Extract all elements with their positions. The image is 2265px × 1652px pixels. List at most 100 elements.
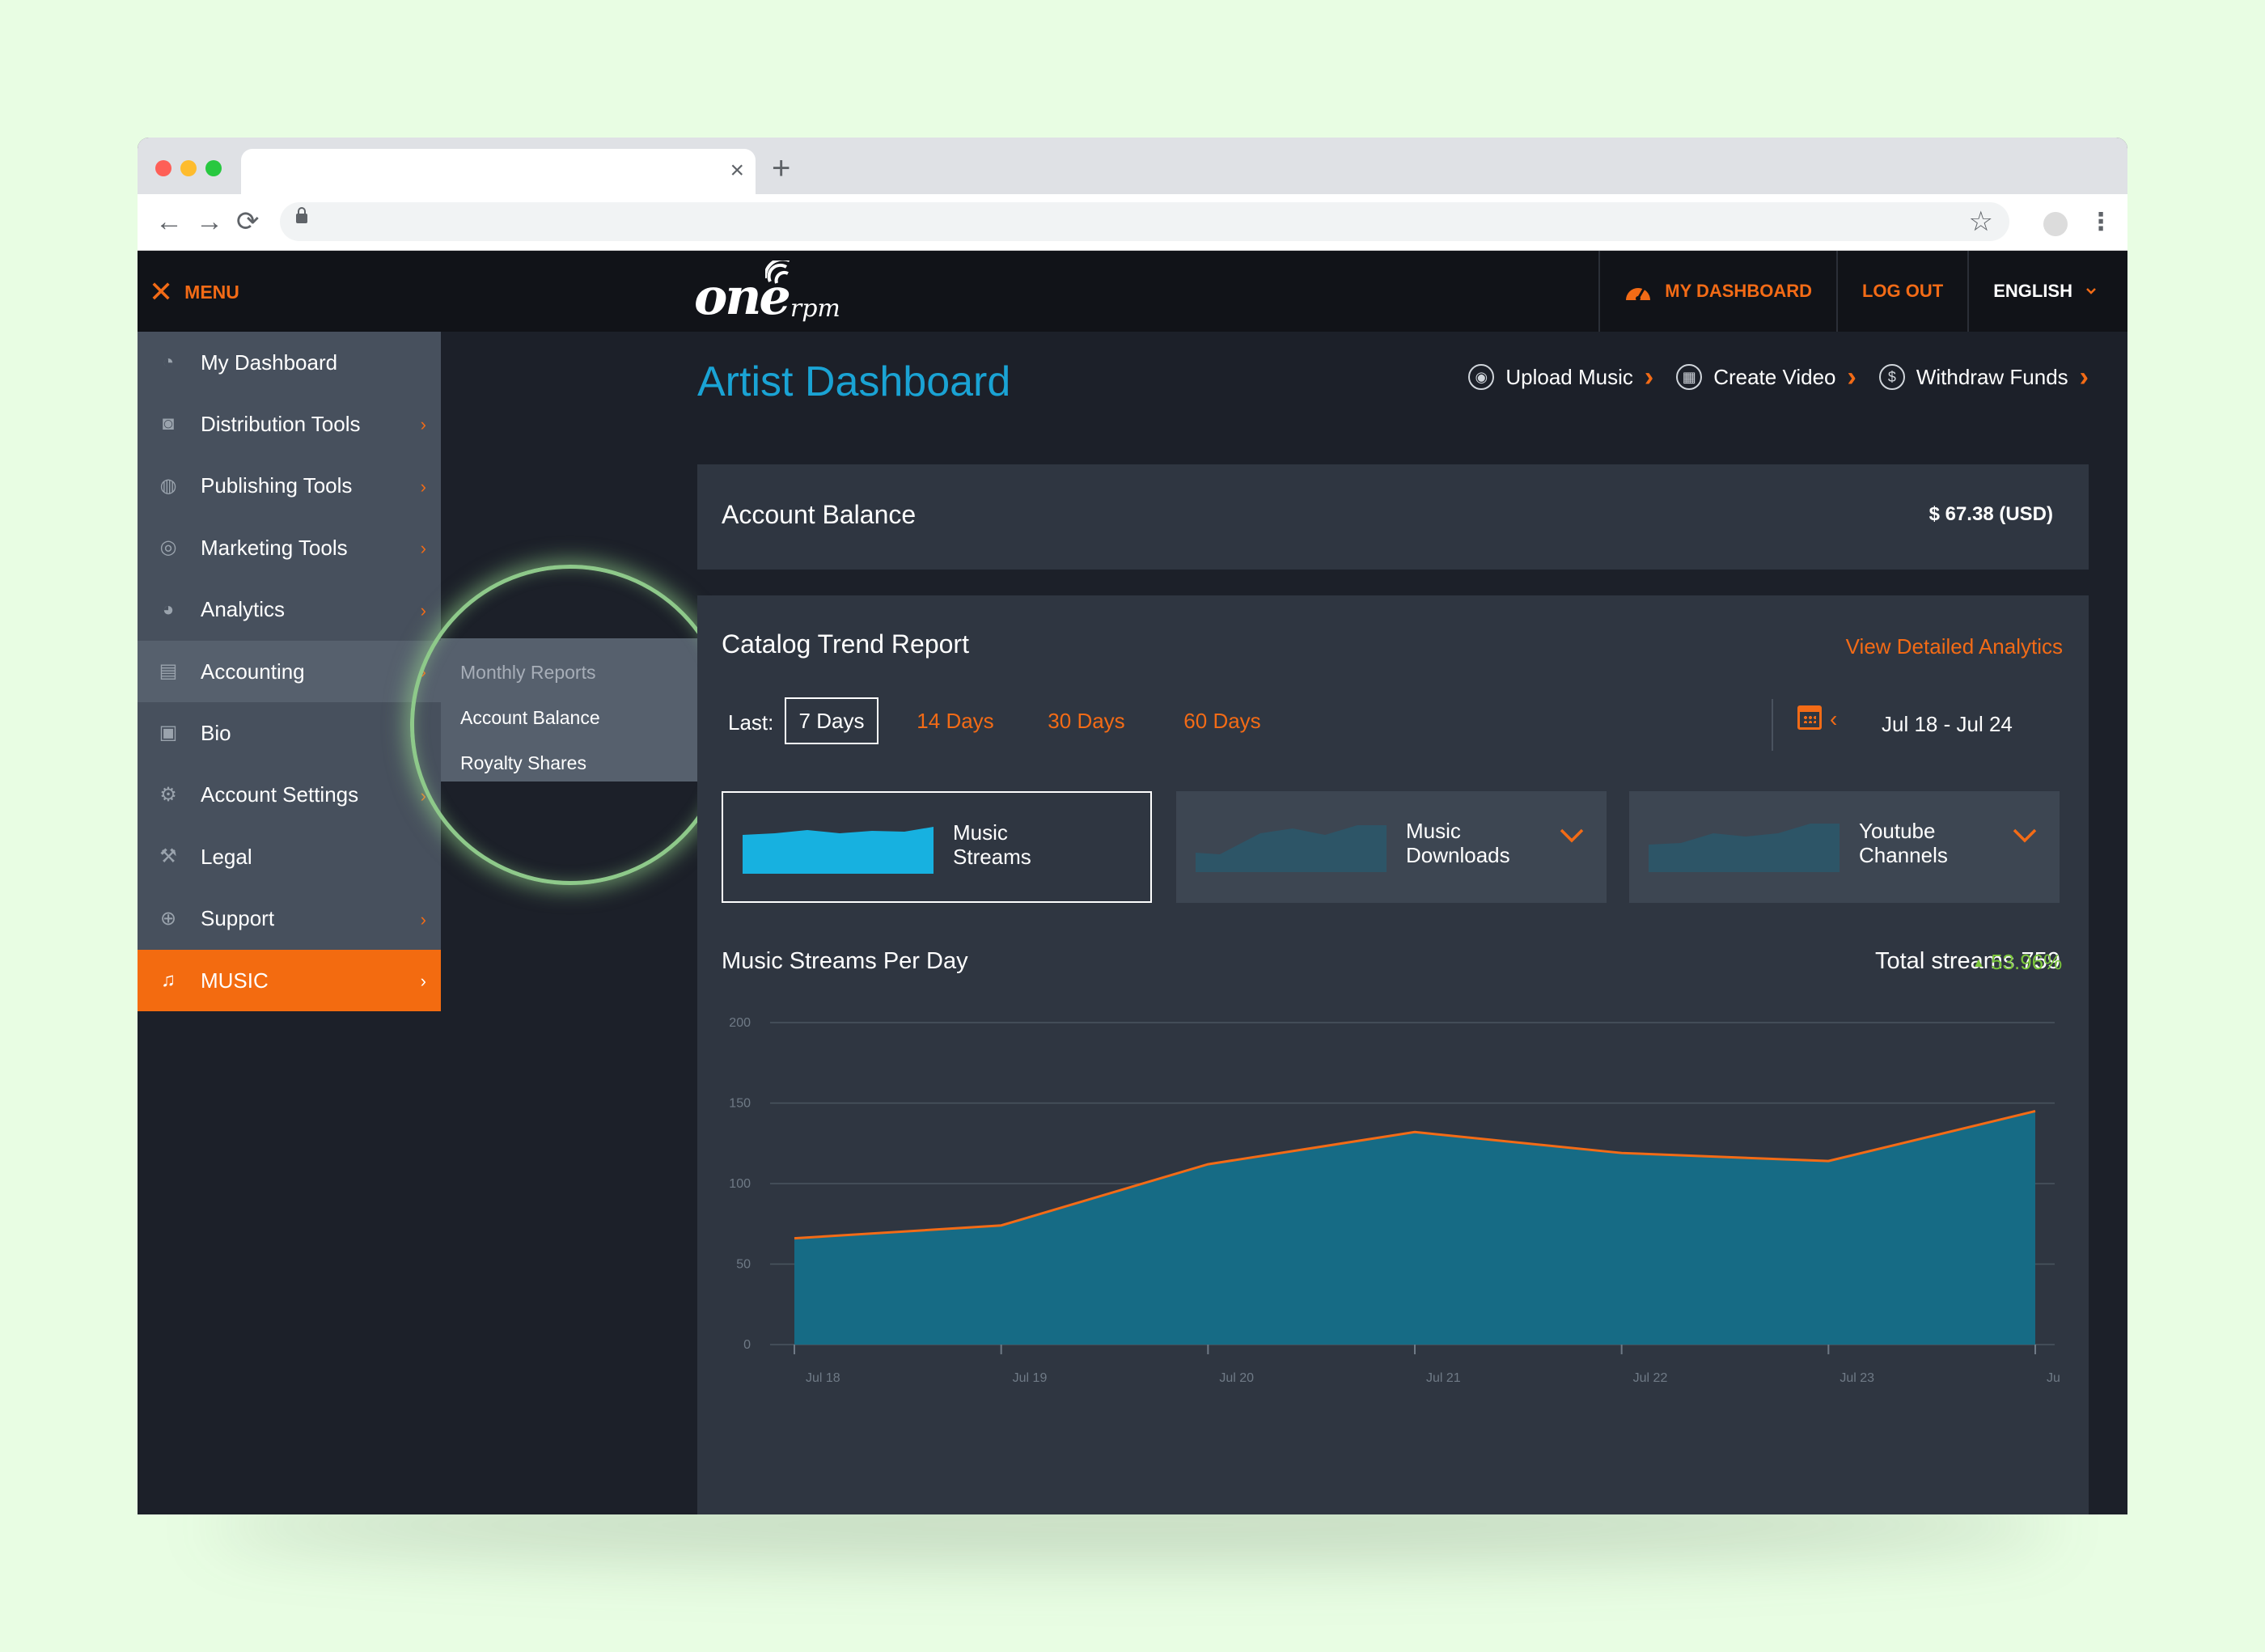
lifebuoy-icon: ⊕ bbox=[159, 907, 177, 930]
quick-actions: ◉ Upload Music › ▦ Create Video › $ With… bbox=[1468, 362, 2089, 392]
metric-card-youtube-channels[interactable]: Youtube Channels bbox=[1629, 791, 2060, 903]
upload-music-button[interactable]: ◉ Upload Music › bbox=[1468, 363, 1653, 391]
range-30-days-button[interactable]: 30 Days bbox=[1042, 697, 1131, 744]
sparkline-youtube bbox=[1649, 824, 1840, 872]
maximize-window-button[interactable] bbox=[205, 160, 222, 176]
sidebar-item-support[interactable]: ⊕ Support › bbox=[138, 887, 441, 950]
my-dashboard-label: MY DASHBOARD bbox=[1665, 281, 1812, 301]
last-label: Last: bbox=[728, 710, 774, 735]
signal-waves-icon bbox=[765, 261, 790, 284]
sidebar-item-label: Marketing Tools bbox=[201, 535, 348, 560]
chevron-right-icon: › bbox=[1847, 362, 1856, 392]
menu-toggle-button[interactable]: ✕ MENU bbox=[149, 275, 239, 308]
logout-label: LOG OUT bbox=[1861, 281, 1944, 301]
account-balance-value: $ 67.38 (USD) bbox=[1928, 503, 2053, 525]
create-video-label: Create Video bbox=[1713, 364, 1836, 389]
metric-line2: Downloads bbox=[1406, 843, 1510, 867]
streams-change-value: 53.96% bbox=[1991, 950, 2063, 974]
minimize-window-button[interactable] bbox=[180, 160, 197, 176]
date-range-label: Jul 18 - Jul 24 bbox=[1882, 712, 2013, 736]
date-prev-icon[interactable]: ‹ bbox=[1830, 707, 1837, 731]
catalog-trend-card: Catalog Trend Report View Detailed Analy… bbox=[697, 595, 2089, 1514]
metric-card-music-downloads[interactable]: Music Downloads bbox=[1176, 791, 1607, 903]
account-balance-label: Account Balance bbox=[722, 500, 917, 529]
gavel-icon: ⚒ bbox=[159, 845, 177, 868]
new-tab-button[interactable]: + bbox=[772, 152, 790, 184]
browser-menu-icon[interactable]: ⋮ bbox=[2089, 207, 2113, 238]
metric-line1: Music bbox=[953, 820, 1008, 845]
my-dashboard-link[interactable]: MY DASHBOARD bbox=[1598, 251, 1836, 332]
sidebar-item-label: MUSIC bbox=[201, 968, 269, 993]
onerpm-logo[interactable]: one rpm bbox=[694, 257, 840, 325]
browser-tab[interactable]: × bbox=[241, 149, 756, 194]
sidebar-item-legal[interactable]: ⚒ Legal bbox=[138, 826, 441, 888]
chevron-right-icon: › bbox=[420, 970, 426, 991]
create-video-button[interactable]: ▦ Create Video › bbox=[1676, 362, 1856, 392]
y-tick-label: 100 bbox=[729, 1177, 751, 1191]
streams-change: ▲ 53.96% bbox=[1972, 950, 2062, 975]
catalog-trend-title: Catalog Trend Report bbox=[722, 629, 969, 659]
chevron-down-icon bbox=[2086, 288, 2096, 294]
date-divider bbox=[1772, 699, 1773, 751]
logout-link[interactable]: LOG OUT bbox=[1835, 251, 1967, 332]
highlight-circle bbox=[410, 565, 730, 885]
close-icon: ✕ bbox=[149, 275, 174, 308]
sidebar-item-publishing-tools[interactable]: ◍ Publishing Tools › bbox=[138, 455, 441, 518]
chevron-right-icon: › bbox=[420, 476, 426, 497]
back-icon[interactable]: ← bbox=[155, 204, 183, 239]
metric-label: Music Downloads bbox=[1406, 819, 1552, 867]
browser-toolbar: ← → ⟳ ☆ ⋮ bbox=[138, 194, 2127, 251]
profile-avatar[interactable] bbox=[2043, 212, 2068, 236]
upload-music-label: Upload Music bbox=[1505, 364, 1633, 389]
sidebar-item-analytics[interactable]: ◕ Analytics › bbox=[138, 578, 441, 641]
language-selector[interactable]: ENGLISH bbox=[1967, 251, 2121, 332]
disc-icon: ◉ bbox=[1468, 364, 1495, 390]
x-tick-label: Jul 21 bbox=[1426, 1371, 1461, 1385]
coins-icon: ▤ bbox=[159, 659, 178, 682]
sidebar-item-account-settings[interactable]: ⚙ Account Settings › bbox=[138, 764, 441, 827]
forward-icon[interactable]: → bbox=[196, 204, 223, 239]
film-icon: ▦ bbox=[1676, 364, 1703, 390]
chevron-down-icon[interactable] bbox=[2013, 828, 2037, 843]
x-tick-label: Jul 20 bbox=[1219, 1371, 1254, 1385]
account-balance-card: Account Balance $ 67.38 (USD) bbox=[697, 464, 2089, 570]
sidebar-item-marketing-tools[interactable]: ◎ Marketing Tools › bbox=[138, 517, 441, 579]
chevron-down-icon[interactable] bbox=[1560, 828, 1584, 843]
view-detailed-analytics-link[interactable]: View Detailed Analytics bbox=[1846, 634, 2063, 659]
metric-card-music-streams[interactable]: Music Streams bbox=[722, 791, 1152, 903]
calendar-icon[interactable] bbox=[1797, 705, 1822, 730]
sidebar-item-bio[interactable]: ▣ Bio bbox=[138, 702, 441, 765]
browser-tab-strip: × + bbox=[138, 138, 2127, 194]
withdraw-funds-button[interactable]: $ Withdraw Funds › bbox=[1878, 362, 2089, 392]
sidebar-item-distribution-tools[interactable]: ◙ Distribution Tools › bbox=[138, 393, 441, 455]
metric-line1: Youtube bbox=[1859, 819, 1936, 843]
bookmark-star-icon[interactable]: ☆ bbox=[1969, 204, 1993, 239]
sidebar-item-label: Analytics bbox=[201, 597, 286, 622]
sidebar-item-my-dashboard[interactable]: ◔ My Dashboard bbox=[138, 332, 441, 394]
range-7-days-button[interactable]: 7 Days bbox=[785, 697, 878, 744]
streams-area-chart: 0 50 100 150 200 Jul 18 Jul 19 Jul 20 Jul 21 Jul … bbox=[729, 1016, 2060, 1385]
sidebar-item-music[interactable]: ♫ MUSIC › bbox=[138, 949, 441, 1012]
chevron-right-icon: › bbox=[420, 414, 426, 435]
chevron-right-icon: › bbox=[420, 538, 426, 559]
range-14-days-button[interactable]: 14 Days bbox=[911, 697, 1000, 744]
chevron-right-icon: › bbox=[2079, 362, 2089, 392]
distribution-icon: ◙ bbox=[162, 413, 175, 435]
site-header: ✕ MENU one rpm MY DASHBOARD LOG OUT ENGL… bbox=[138, 251, 2127, 332]
reload-icon[interactable]: ⟳ bbox=[236, 204, 260, 239]
sidebar-item-label: Legal bbox=[201, 844, 252, 869]
sidebar-item-accounting[interactable]: ▤ Accounting › bbox=[138, 640, 441, 703]
up-arrow-icon: ▲ bbox=[1972, 956, 1985, 970]
close-window-button[interactable] bbox=[155, 160, 171, 176]
range-60-days-button[interactable]: 60 Days bbox=[1178, 697, 1267, 744]
sidebar-item-label: Accounting bbox=[201, 659, 305, 684]
address-bar[interactable]: ☆ bbox=[280, 202, 2009, 241]
close-tab-icon[interactable]: × bbox=[730, 157, 744, 184]
y-tick-label: 50 bbox=[736, 1258, 751, 1272]
chevron-right-icon: › bbox=[420, 599, 426, 621]
top-navigation: MY DASHBOARD LOG OUT ENGLISH bbox=[1598, 251, 2121, 332]
gear-icon: ⚙ bbox=[159, 783, 177, 806]
y-tick-label: 0 bbox=[743, 1338, 751, 1352]
lock-icon bbox=[296, 207, 307, 223]
sidebar-item-label: Support bbox=[201, 906, 275, 931]
